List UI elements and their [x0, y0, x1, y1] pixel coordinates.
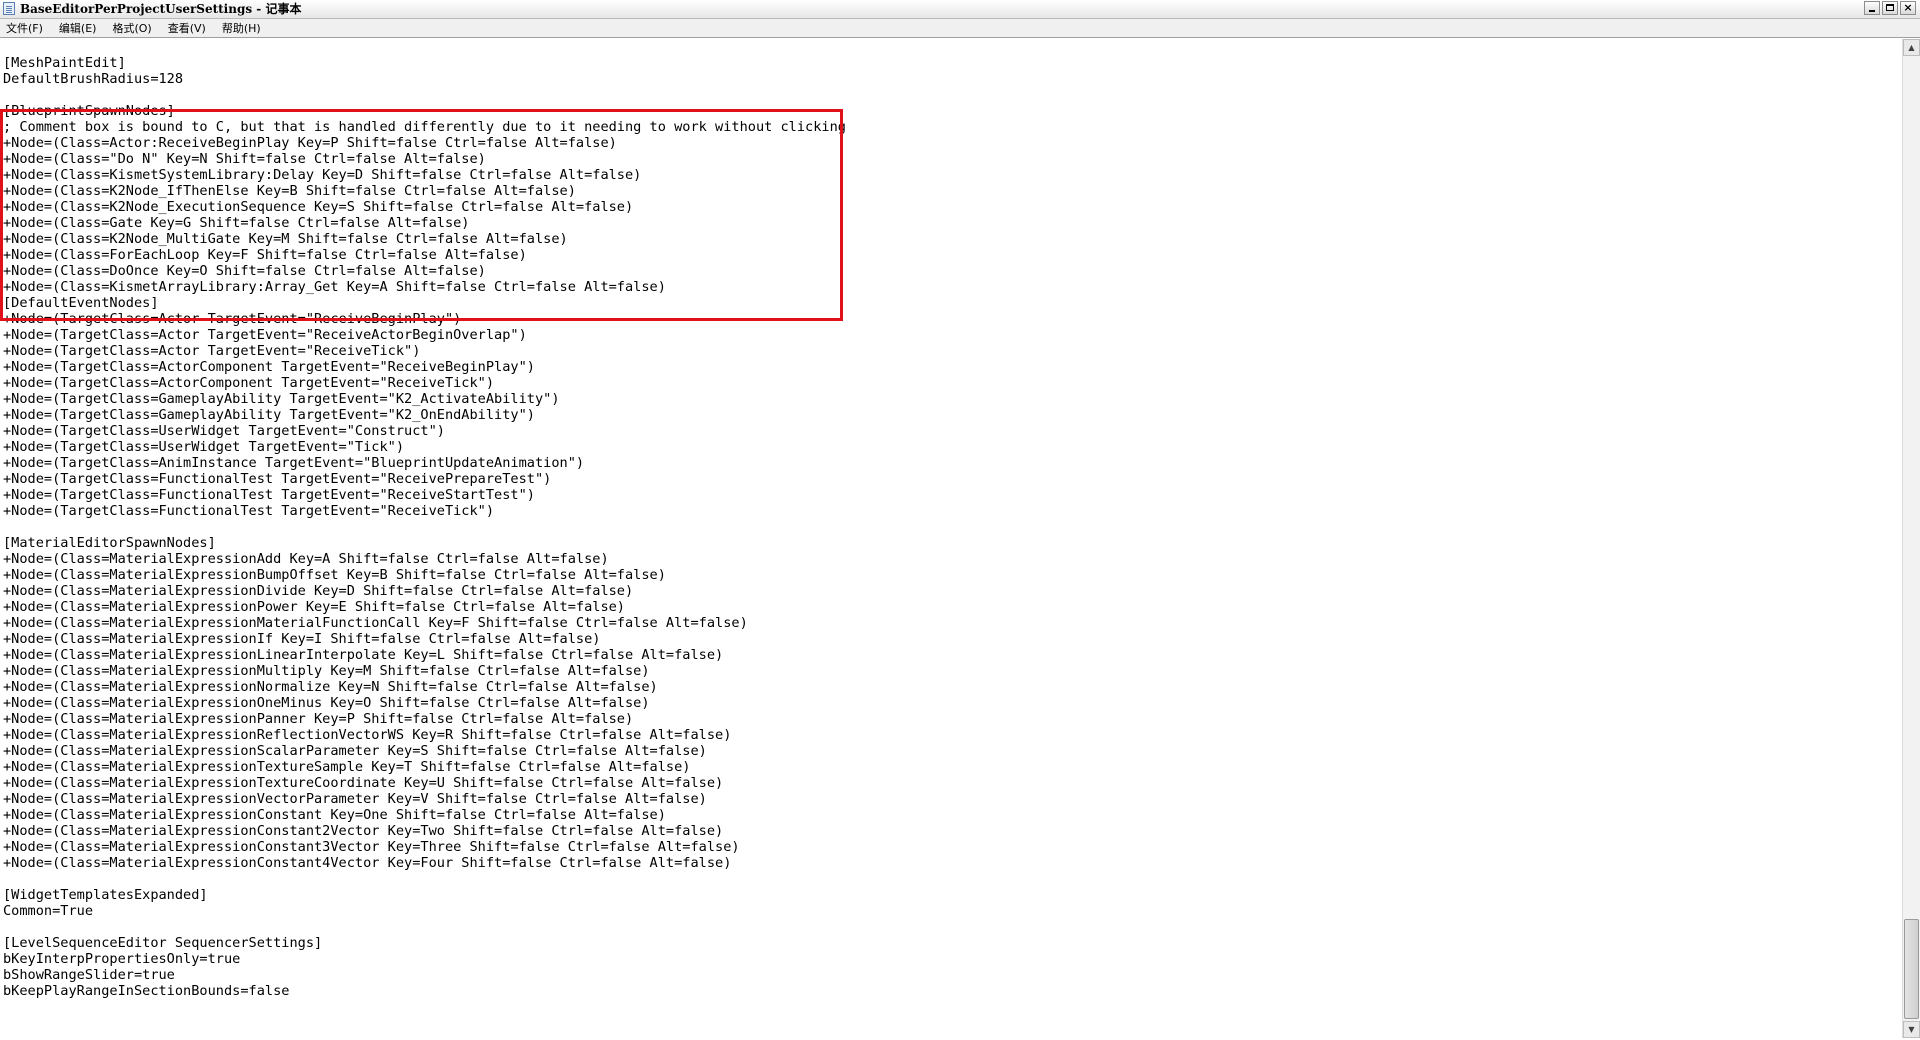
text-line: +Node=(Class=Gate Key=G Shift=false Ctrl…	[3, 215, 470, 231]
text-line: +Node=(Class=KismetArrayLibrary:Array_Ge…	[3, 279, 666, 295]
text-line: [WidgetTemplatesExpanded]	[3, 887, 208, 903]
text-line: +Node=(Class=MaterialExpressionMaterialF…	[3, 615, 748, 631]
text-line: +Node=(Class=MaterialExpressionPanner Ke…	[3, 711, 634, 727]
text-line: bKeyInterpPropertiesOnly=true	[3, 951, 241, 967]
text-line: +Node=(Class=ForEachLoop Key=F Shift=fal…	[3, 247, 527, 263]
text-line: +Node=(Class=MaterialExpressionDivide Ke…	[3, 583, 634, 599]
menu-format[interactable]: 格式(O)	[110, 20, 157, 37]
text-content[interactable]: [MeshPaintEdit] DefaultBrushRadius=128 [Bl…	[3, 55, 846, 999]
text-line: [BlueprintSpawnNodes]	[3, 103, 175, 119]
text-line: +Node=(TargetClass=FunctionalTest Target…	[3, 471, 552, 487]
text-line: +Node=(TargetClass=GameplayAbility Targe…	[3, 407, 535, 423]
menu-help[interactable]: 帮助(H)	[220, 20, 267, 37]
text-line: +Node=(Class=MaterialExpressionScalarPar…	[3, 743, 707, 759]
text-line: [DefaultEventNodes]	[3, 295, 159, 311]
scroll-down-button[interactable]: ▼	[1903, 1021, 1920, 1038]
text-line: +Node=(Class=MaterialExpressionConstant4…	[3, 855, 732, 871]
title-bar[interactable]: BaseEditorPerProjectUserSettings - 记事本 ×	[0, 0, 1920, 19]
text-line: +Node=(Class=MaterialExpressionMultiply …	[3, 663, 650, 679]
notepad-window: BaseEditorPerProjectUserSettings - 记事本 ×…	[0, 0, 1920, 1040]
text-line: +Node=(Class=MaterialExpressionNormalize…	[3, 679, 658, 695]
text-line: +Node=(TargetClass=UserWidget TargetEven…	[3, 439, 405, 455]
menu-edit[interactable]: 编辑(E)	[57, 20, 103, 37]
text-line: +Node=(Class=Actor:ReceiveBeginPlay Key=…	[3, 135, 617, 151]
text-line: +Node=(Class=KismetSystemLibrary:Delay K…	[3, 167, 642, 183]
text-line: +Node=(Class=MaterialExpressionReflectio…	[3, 727, 732, 743]
close-icon: ×	[1903, 1, 1913, 14]
text-line: +Node=(Class=MaterialExpressionPower Key…	[3, 599, 625, 615]
vertical-scrollbar[interactable]: ▲ ▼	[1902, 39, 1920, 1038]
text-line: +Node=(TargetClass=Actor TargetEvent="Re…	[3, 311, 462, 327]
arrow-down-icon: ▼	[1908, 1025, 1915, 1034]
text-line: +Node=(Class=MaterialExpressionLinearInt…	[3, 647, 724, 663]
text-line: +Node=(Class=MaterialExpressionConstant …	[3, 807, 666, 823]
text-line: +Node=(Class=K2Node_IfThenElse Key=B Shi…	[3, 183, 576, 199]
text-line: +Node=(TargetClass=ActorComponent Target…	[3, 375, 495, 391]
menu-bar: 文件(F) 编辑(E) 格式(O) 查看(V) 帮助(H)	[0, 19, 1920, 38]
text-line: +Node=(TargetClass=FunctionalTest Target…	[3, 487, 535, 503]
text-line: bKeepPlayRangeInSectionBounds=false	[3, 983, 290, 999]
minimize-button[interactable]	[1864, 1, 1880, 15]
close-button[interactable]: ×	[1900, 1, 1916, 15]
text-line: +Node=(Class=MaterialExpressionOneMinus …	[3, 695, 650, 711]
text-line: +Node=(Class=MaterialExpressionConstant3…	[3, 839, 740, 855]
text-line: +Node=(Class=K2Node_MultiGate Key=M Shif…	[3, 231, 568, 247]
text-line: +Node=(Class=MaterialExpressionVectorPar…	[3, 791, 707, 807]
notepad-icon[interactable]	[3, 2, 15, 15]
text-line	[3, 919, 846, 935]
window-title: BaseEditorPerProjectUserSettings - 记事本	[20, 2, 302, 16]
menu-view[interactable]: 查看(V)	[166, 20, 212, 37]
text-line: +Node=(Class=MaterialExpressionTextureCo…	[3, 775, 724, 791]
text-line: +Node=(TargetClass=ActorComponent Target…	[3, 359, 535, 375]
scroll-thumb[interactable]	[1904, 919, 1919, 1019]
text-line: +Node=(Class=MaterialExpressionBumpOffse…	[3, 567, 666, 583]
arrow-up-icon: ▲	[1908, 43, 1915, 52]
maximize-icon	[1886, 4, 1894, 11]
text-line	[3, 519, 846, 535]
text-line: +Node=(Class="Do N" Key=N Shift=false Ct…	[3, 151, 486, 167]
text-line: +Node=(TargetClass=UserWidget TargetEven…	[3, 423, 445, 439]
text-line: +Node=(Class=K2Node_ExecutionSequence Ke…	[3, 199, 634, 215]
text-line: +Node=(TargetClass=GameplayAbility Targe…	[3, 391, 560, 407]
text-line: +Node=(Class=MaterialExpressionTextureSa…	[3, 759, 691, 775]
text-line: [LevelSequenceEditor SequencerSettings]	[3, 935, 323, 951]
text-line: +Node=(TargetClass=FunctionalTest Target…	[3, 503, 495, 519]
scroll-up-button[interactable]: ▲	[1903, 39, 1920, 56]
text-editor[interactable]: [MeshPaintEdit] DefaultBrushRadius=128 [Bl…	[0, 39, 1902, 1038]
text-line	[3, 871, 846, 887]
menu-file[interactable]: 文件(F)	[4, 20, 49, 37]
text-line	[3, 87, 846, 103]
window-controls: ×	[1864, 1, 1916, 15]
text-line: +Node=(Class=MaterialExpressionIf Key=I …	[3, 631, 601, 647]
text-line: DefaultBrushRadius=128	[3, 71, 184, 87]
text-line: +Node=(Class=DoOnce Key=O Shift=false Ct…	[3, 263, 486, 279]
text-line: ; Comment box is bound to C, but that is…	[3, 119, 846, 135]
text-line: [MeshPaintEdit]	[3, 55, 126, 71]
text-line: +Node=(Class=MaterialExpressionAdd Key=A…	[3, 551, 609, 567]
text-line: +Node=(Class=MaterialExpressionConstant2…	[3, 823, 724, 839]
maximize-button[interactable]	[1882, 1, 1898, 15]
text-line: +Node=(TargetClass=Actor TargetEvent="Re…	[3, 327, 527, 343]
minimize-icon	[1869, 10, 1875, 12]
text-line: +Node=(TargetClass=Actor TargetEvent="Re…	[3, 343, 421, 359]
text-line: [MaterialEditorSpawnNodes]	[3, 535, 216, 551]
text-line: Common=True	[3, 903, 94, 919]
text-line: +Node=(TargetClass=AnimInstance TargetEv…	[3, 455, 585, 471]
text-line: bShowRangeSlider=true	[3, 967, 175, 983]
